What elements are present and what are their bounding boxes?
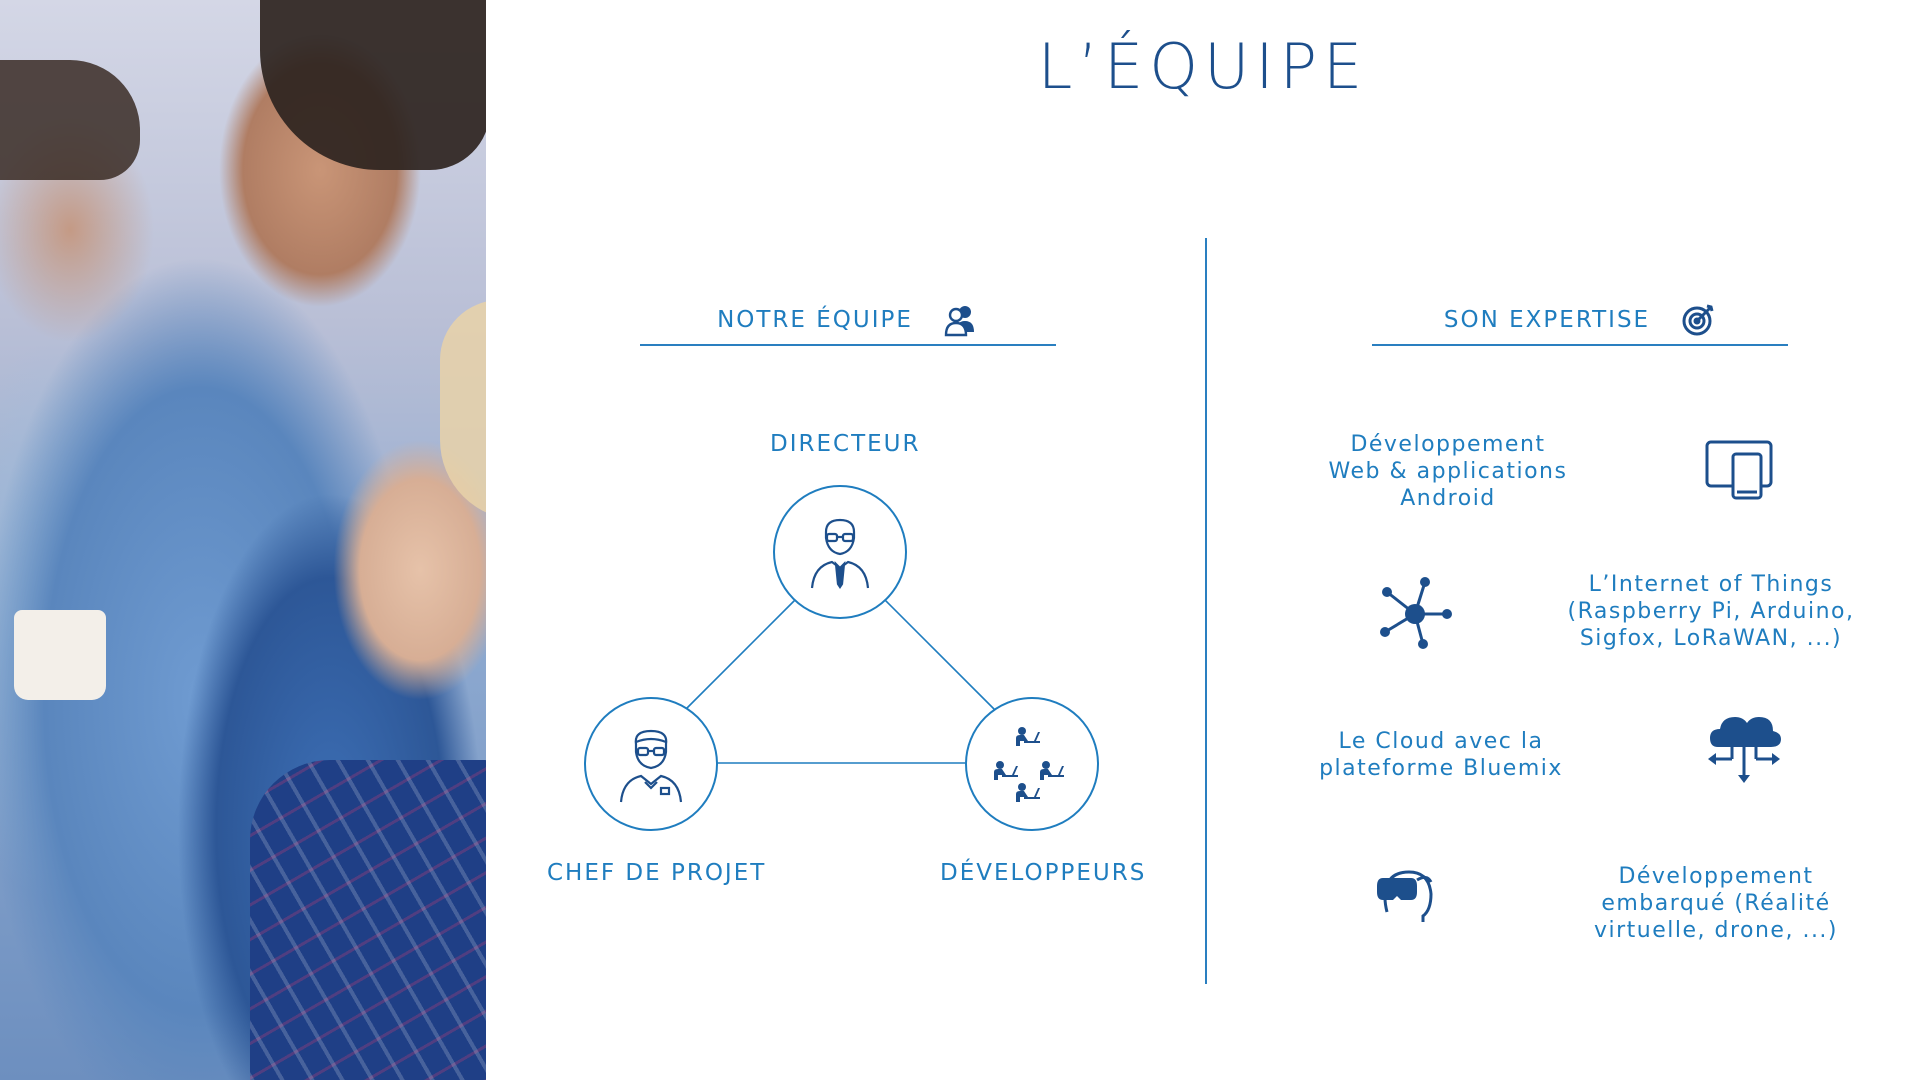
vr-headset-icon [1377, 870, 1433, 922]
network-hub-icon [1380, 577, 1452, 649]
project-manager-icon [619, 729, 683, 803]
expertise-web-android: Développement Web & applications Android [1298, 431, 1598, 512]
expertise-section-header: SON EXPERTISE [1372, 296, 1788, 346]
expertise-iot: L’Internet of Things (Raspberry Pi, Ardu… [1561, 571, 1861, 652]
photo-detail [260, 0, 486, 170]
target-icon [1682, 304, 1714, 336]
expertise-line: Le Cloud avec la [1338, 729, 1544, 754]
team-section-title: NOTRE ÉQUIPE [717, 307, 913, 333]
role-director-label: DIRECTEUR [770, 431, 921, 457]
team-photo [0, 0, 486, 1080]
expertise-line: Sigfox, LoRaWAN, ...) [1579, 626, 1843, 651]
tablet-icon [1705, 440, 1773, 500]
photo-detail [440, 300, 486, 520]
expertise-cloud: Le Cloud avec la plateforme Bluemix [1291, 728, 1591, 782]
photo-detail [0, 60, 140, 180]
expertise-line: (Raspberry Pi, Arduino, [1567, 599, 1855, 624]
developers-node [965, 697, 1099, 831]
expertise-line: Android [1400, 486, 1496, 511]
cloud-arrows-icon [1708, 717, 1781, 783]
photo-detail [14, 610, 106, 700]
expertise-line: Web & applications [1328, 459, 1568, 484]
photo-detail [250, 760, 486, 1080]
expertise-line: L’Internet of Things [1588, 572, 1834, 597]
role-project-manager-label: CHEF DE PROJET [547, 860, 767, 886]
expertise-line: virtuelle, drone, ...) [1593, 918, 1839, 943]
expertise-line: Développement [1618, 864, 1814, 889]
page-title: L’ÉQUIPE [1037, 30, 1369, 103]
column-divider [1205, 238, 1207, 984]
role-developers-label: DÉVELOPPEURS [940, 860, 1147, 886]
director-icon [810, 518, 870, 589]
expertise-section-title: SON EXPERTISE [1443, 307, 1651, 333]
expertise-line: embarqué (Réalité [1601, 891, 1831, 916]
developers-icon [994, 727, 1064, 802]
expertise-line: Développement [1350, 432, 1546, 457]
director-node [773, 485, 907, 619]
project-manager-node [584, 697, 718, 831]
team-people-icon [944, 306, 974, 337]
team-section-header: NOTRE ÉQUIPE [640, 296, 1056, 346]
expertise-line: plateforme Bluemix [1319, 756, 1563, 781]
expertise-embedded: Développement embarqué (Réalité virtuell… [1566, 863, 1866, 944]
